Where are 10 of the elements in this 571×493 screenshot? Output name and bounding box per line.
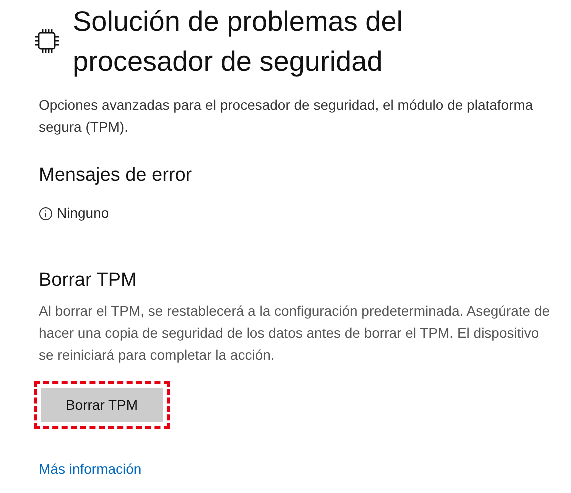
warning-text: Al borrar el TPM, se restablecerá a la configuración predeterminada. Asegúrate de hacer una copia de seguridad de los datos antes de borrar el TPM. El dispositivo se reiniciará para completar la acción. — [39, 302, 551, 365]
info-icon — [39, 206, 53, 220]
description-text: Opciones avanzadas para el procesador de seguridad, el módulo de plataforma segura (TPM). — [39, 96, 534, 137]
page-title: Solución de problemas del procesador de seguridad — [73, 5, 404, 79]
section-heading: Mensajes de error — [39, 164, 194, 188]
section-heading: Borrar TPM — [39, 269, 138, 293]
chip-icon — [35, 28, 59, 54]
clear-tpm-button[interactable]: Borrar TPM — [41, 388, 163, 422]
more-info-link[interactable]: Más información — [39, 459, 142, 480]
status-text: Ninguno — [57, 204, 110, 223]
